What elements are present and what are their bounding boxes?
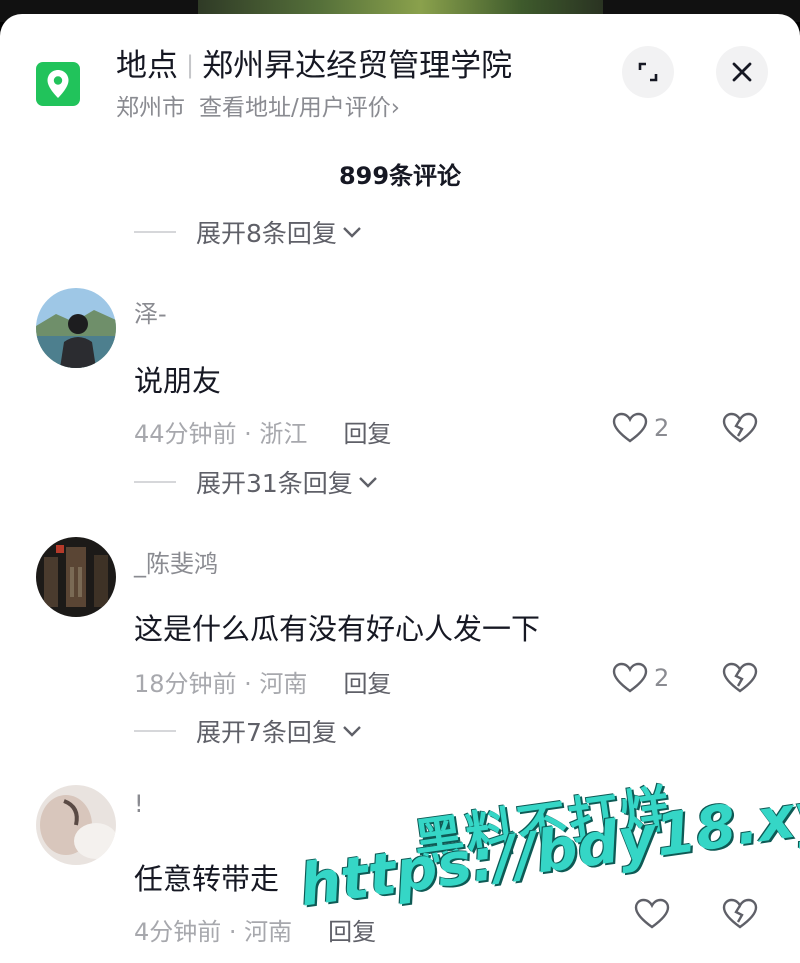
expand-replies[interactable]: 展开31条回复 [134, 465, 379, 499]
avatar[interactable] [36, 785, 116, 865]
divider-line [134, 730, 176, 732]
expand-replies-label: 展开7条回复 [196, 718, 337, 747]
comment-time-location: 44分钟前 · 浙江 [134, 420, 308, 448]
comment-username[interactable]: 泽- [134, 294, 167, 329]
avatar[interactable] [36, 537, 116, 617]
broken-heart-icon [722, 662, 758, 693]
broken-heart-icon [722, 898, 758, 929]
expand-replies-label: 展开8条回复 [196, 219, 337, 248]
location-city: 郑州市 [116, 95, 185, 121]
comments-sheet: 地点 | 郑州昇达经贸管理学院 郑州市 查看地址/用户评价› 899条评论 展开8条回… [0, 14, 800, 963]
divider-line [134, 481, 176, 483]
heart-icon [612, 662, 648, 693]
divider-line [134, 231, 176, 233]
broken-heart-icon [722, 412, 758, 443]
chevron-right-icon: › [390, 95, 400, 121]
like-button[interactable]: 2 [612, 662, 669, 694]
expand-replies[interactable]: 展开7条回复 [134, 714, 363, 748]
location-title[interactable]: 地点 | 郑州昇达经贸管理学院 [116, 46, 512, 88]
like-button[interactable]: 2 [612, 412, 669, 444]
comment-meta: 44分钟前 · 浙江 回复 [134, 414, 391, 449]
comment-text[interactable]: 任意转带走 [134, 856, 279, 898]
heart-icon [612, 412, 648, 443]
close-button[interactable] [716, 46, 768, 98]
expand-replies-label: 展开31条回复 [196, 469, 353, 498]
comment-text[interactable]: 这是什么瓜有没有好心人发一下 [134, 606, 540, 648]
expand-replies[interactable]: 展开8条回复 [134, 215, 363, 249]
reply-button[interactable]: 回复 [328, 918, 376, 946]
reply-button[interactable]: 回复 [343, 670, 391, 698]
chevron-down-icon [341, 724, 363, 738]
like-count: 2 [654, 664, 670, 692]
expand-icon [638, 62, 658, 82]
location-label: 地点 [116, 48, 178, 84]
comment-count: 899条评论 [338, 162, 462, 190]
location-subtitle[interactable]: 郑州市 查看地址/用户评价› [116, 92, 400, 124]
like-button[interactable] [634, 898, 670, 930]
dislike-button[interactable] [722, 412, 758, 448]
comment-text[interactable]: 说朋友 [134, 358, 221, 400]
comment-time-location: 18分钟前 · 河南 [134, 670, 308, 698]
comment-username[interactable]: ! [134, 790, 144, 818]
expand-button[interactable] [622, 46, 674, 98]
close-icon [732, 62, 752, 82]
comment-username[interactable]: _陈斐鸿 [134, 544, 218, 579]
comment-time-location: 4分钟前 · 河南 [134, 918, 293, 946]
dislike-button[interactable] [722, 662, 758, 698]
comment-meta: 4分钟前 · 河南 回复 [134, 912, 376, 947]
location-name: 郑州昇达经贸管理学院 [202, 48, 513, 84]
address-review-link[interactable]: 查看地址/用户评价 [199, 95, 391, 121]
location-pin-icon [36, 62, 80, 106]
chevron-down-icon [357, 475, 379, 489]
like-count: 2 [654, 414, 670, 442]
comment-meta: 18分钟前 · 河南 回复 [134, 664, 391, 699]
dislike-button[interactable] [722, 898, 758, 934]
reply-button[interactable]: 回复 [343, 420, 391, 448]
title-divider: | [186, 51, 195, 79]
chevron-down-icon [341, 225, 363, 239]
avatar[interactable] [36, 288, 116, 368]
heart-icon [634, 898, 670, 929]
